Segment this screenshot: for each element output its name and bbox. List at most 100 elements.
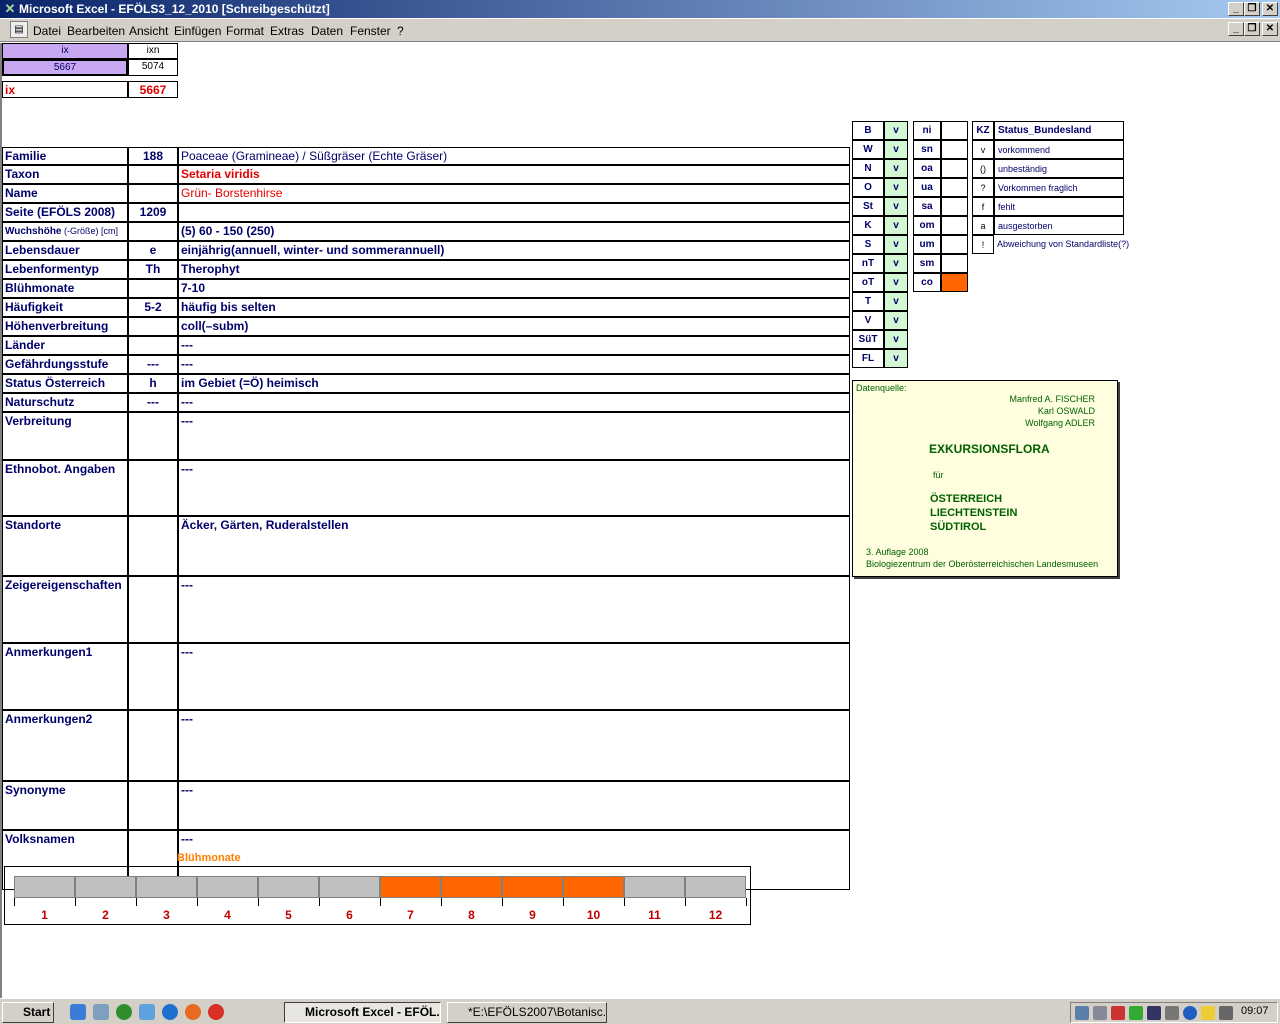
region-code[interactable]: oa [913, 159, 941, 178]
menu-datei[interactable]: Datei [33, 24, 61, 38]
field-code[interactable] [128, 279, 178, 298]
tray-settings-icon[interactable] [1165, 1006, 1179, 1020]
menu-fenster[interactable]: Fenster [350, 24, 391, 38]
field-code[interactable] [128, 460, 178, 516]
region-value[interactable] [941, 273, 968, 292]
state-value[interactable]: v [884, 349, 908, 368]
state-value[interactable]: v [884, 235, 908, 254]
state-value[interactable]: v [884, 216, 908, 235]
field-value[interactable]: Grün- Borstenhirse [178, 184, 850, 203]
field-value[interactable]: coll(–subm) [178, 317, 850, 336]
field-code[interactable] [128, 317, 178, 336]
field-value[interactable]: --- [178, 412, 850, 460]
tray-info-icon[interactable] [1183, 1006, 1197, 1020]
field-code[interactable] [128, 184, 178, 203]
state-value[interactable]: v [884, 121, 908, 140]
state-value[interactable]: v [884, 273, 908, 292]
field-value[interactable]: --- [178, 336, 850, 355]
firefox-icon[interactable] [185, 1004, 201, 1020]
region-value[interactable] [941, 140, 968, 159]
explorer-icon[interactable] [93, 1004, 109, 1020]
field-code[interactable] [128, 336, 178, 355]
field-code[interactable]: --- [128, 355, 178, 374]
menu-daten[interactable]: Daten [311, 24, 343, 38]
state-code[interactable]: W [852, 140, 884, 159]
state-code[interactable]: N [852, 159, 884, 178]
task-excel[interactable]: Microsoft Excel - EFÖL... [284, 1002, 441, 1023]
region-code[interactable]: ni [913, 121, 941, 140]
state-code[interactable]: SüT [852, 330, 884, 349]
tray-monitor-icon[interactable] [1075, 1006, 1089, 1020]
field-label[interactable]: Name [2, 184, 128, 203]
field-label[interactable]: Anmerkungen2 [2, 710, 128, 781]
field-label[interactable]: Ethnobot. Angaben [2, 460, 128, 516]
field-code[interactable]: 1209 [128, 203, 178, 222]
field-value[interactable]: --- [178, 781, 850, 830]
field-label[interactable]: Lebenformentyp [2, 260, 128, 279]
tray-security-icon[interactable] [1201, 1006, 1215, 1020]
state-value[interactable]: v [884, 178, 908, 197]
field-label[interactable]: Anmerkungen1 [2, 643, 128, 710]
field-code[interactable]: Th [128, 260, 178, 279]
field-code[interactable] [128, 710, 178, 781]
region-value[interactable] [941, 159, 968, 178]
field-code[interactable] [128, 222, 178, 241]
task-editor[interactable]: *E:\EFÖLS2007\Botanisc... [447, 1002, 607, 1023]
region-code[interactable]: om [913, 216, 941, 235]
field-label[interactable]: Synonyme [2, 781, 128, 830]
field-code[interactable] [128, 781, 178, 830]
menu-bearbeiten[interactable]: Bearbeiten [67, 24, 125, 38]
field-label[interactable]: Höhenverbreitung [2, 317, 128, 336]
field-value[interactable]: im Gebiet (=Ö) heimisch [178, 374, 850, 393]
tray-search-icon[interactable] [1093, 1006, 1107, 1020]
field-value[interactable]: --- [178, 710, 850, 781]
field-label[interactable]: Lebensdauer [2, 241, 128, 260]
state-code[interactable]: FL [852, 349, 884, 368]
menu-format[interactable]: Format [226, 24, 264, 38]
field-label[interactable]: Gefährdungsstufe [2, 355, 128, 374]
start-button[interactable]: Start [2, 1002, 54, 1023]
field-code[interactable] [128, 643, 178, 710]
field-label[interactable]: Status Österreich [2, 374, 128, 393]
field-value[interactable] [178, 203, 850, 222]
tray-network-icon[interactable] [1111, 1006, 1125, 1020]
minimize-button[interactable]: _ [1228, 2, 1244, 16]
field-value[interactable]: (5) 60 - 150 (250) [178, 222, 850, 241]
ix-value[interactable]: 5667 [2, 59, 128, 76]
state-value[interactable]: v [884, 330, 908, 349]
media-player-icon[interactable] [116, 1004, 132, 1020]
doc-close-button[interactable]: ✕ [1262, 22, 1278, 36]
field-code[interactable] [128, 165, 178, 184]
field-code[interactable] [128, 516, 178, 576]
region-value[interactable] [941, 235, 968, 254]
field-label[interactable]: Standorte [2, 516, 128, 576]
state-value[interactable]: v [884, 311, 908, 330]
field-value[interactable]: --- [178, 393, 850, 412]
region-code[interactable]: ua [913, 178, 941, 197]
state-code[interactable]: nT [852, 254, 884, 273]
ix-header[interactable]: ix [2, 43, 128, 59]
ix2-value[interactable]: 5667 [128, 81, 178, 98]
state-value[interactable]: v [884, 292, 908, 311]
chrome-icon[interactable] [208, 1004, 224, 1020]
tray-shield-icon[interactable] [1147, 1006, 1161, 1020]
doc-restore-button[interactable]: ❐ [1244, 22, 1260, 36]
network-icon[interactable] [139, 1004, 155, 1020]
field-label[interactable]: Zeigereigenschaften [2, 576, 128, 643]
region-code[interactable]: um [913, 235, 941, 254]
field-value[interactable]: --- [178, 355, 850, 374]
state-code[interactable]: S [852, 235, 884, 254]
field-code[interactable] [128, 576, 178, 643]
menu-einfuegen[interactable]: Einfügen [174, 24, 221, 38]
region-code[interactable]: sa [913, 197, 941, 216]
menu-extras[interactable]: Extras [270, 24, 304, 38]
state-value[interactable]: v [884, 140, 908, 159]
field-label[interactable]: Blühmonate [2, 279, 128, 298]
region-value[interactable] [941, 197, 968, 216]
field-label[interactable]: Familie [2, 147, 128, 165]
field-value[interactable]: häufig bis selten [178, 298, 850, 317]
ixn-header[interactable]: ixn [128, 43, 178, 59]
state-code[interactable]: K [852, 216, 884, 235]
state-value[interactable]: v [884, 197, 908, 216]
maximize-button[interactable]: ❐ [1244, 2, 1260, 16]
